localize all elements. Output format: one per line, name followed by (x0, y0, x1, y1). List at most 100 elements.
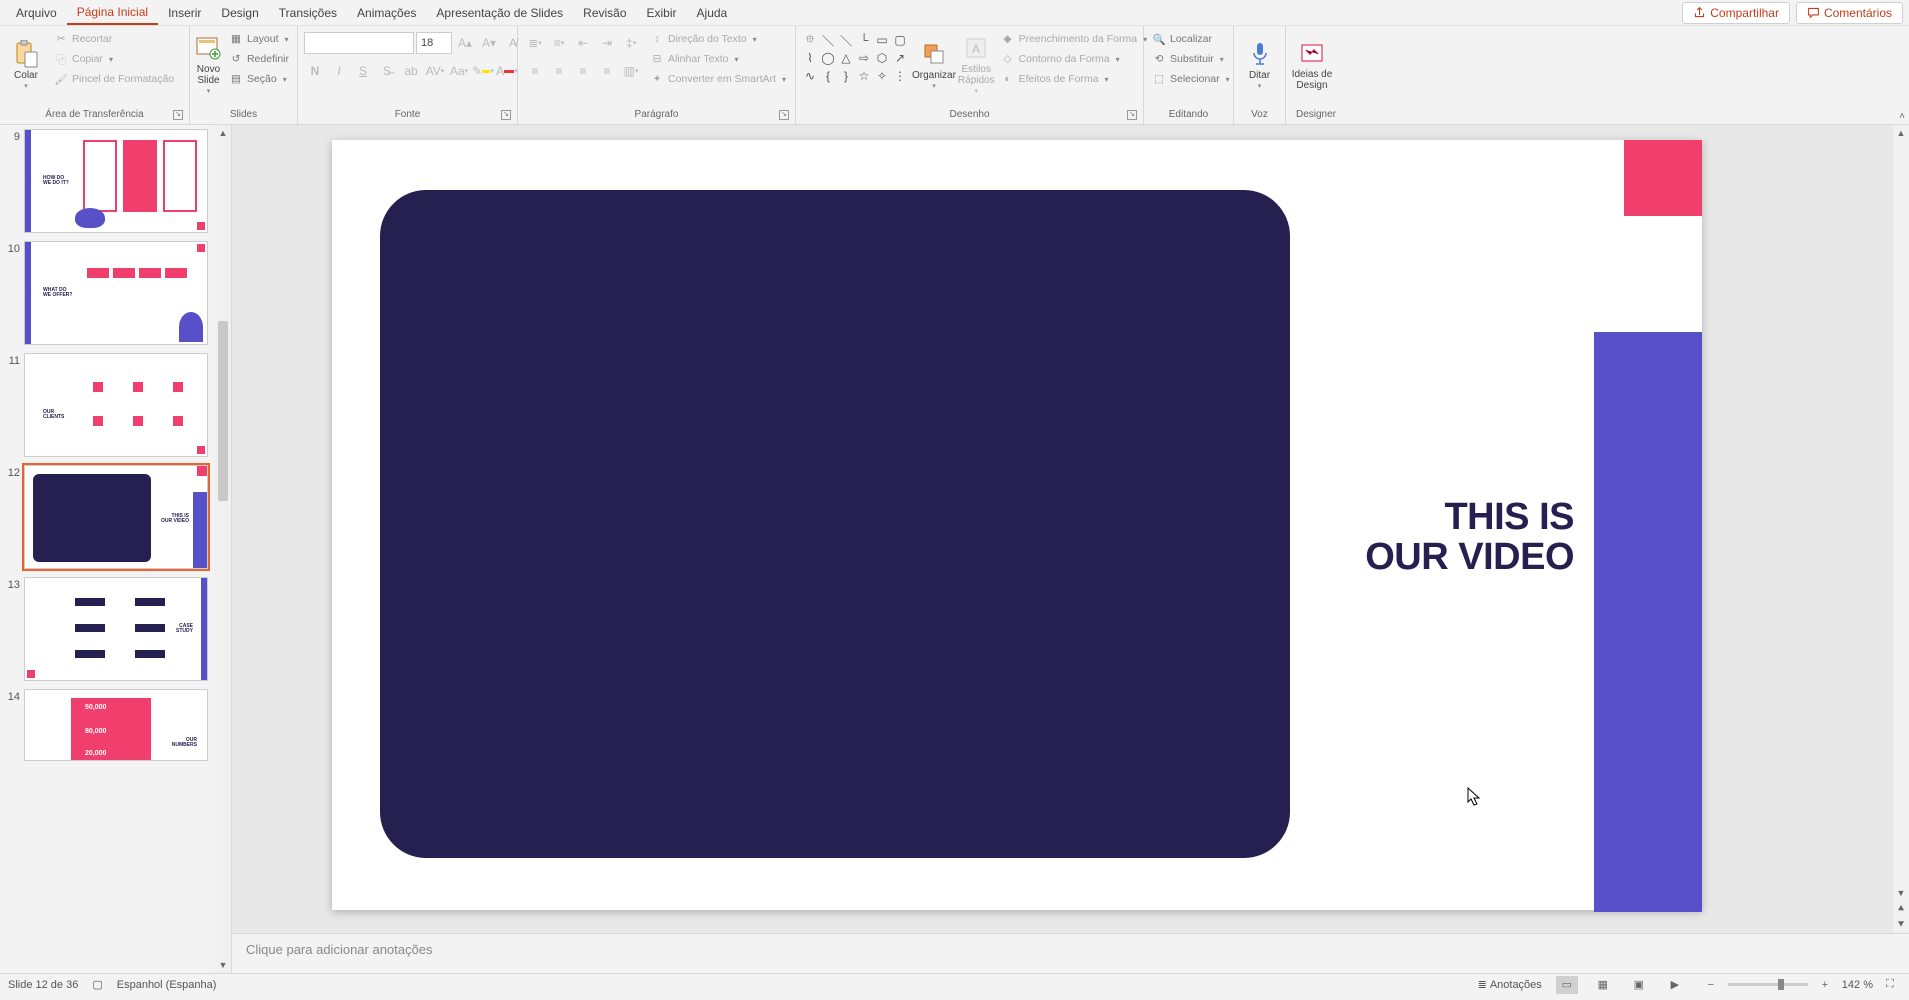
shape-outline-button[interactable]: ◇Contorno da Forma▾ (997, 50, 1152, 68)
increase-font-button[interactable]: A▴ (454, 32, 476, 54)
shape-connector-icon[interactable]: └ (856, 32, 872, 48)
shape-triangle-icon[interactable]: △ (838, 50, 854, 66)
drawing-dialog-launcher[interactable]: ↘ (1127, 110, 1137, 120)
shape-arrow-icon[interactable]: ↗ (892, 50, 908, 66)
current-slide[interactable]: THIS IS OUR VIDEO (332, 140, 1702, 910)
reset-button[interactable]: ↺Redefinir (225, 50, 293, 68)
shape-freeform-icon[interactable]: ⌇ (802, 50, 818, 66)
editor-scroll-down[interactable]: ▼ (1893, 885, 1909, 901)
tab-apresentacao[interactable]: Apresentação de Slides (426, 2, 573, 24)
quick-styles-button[interactable]: A Estilos Rápidos▾ (958, 30, 995, 100)
tab-ajuda[interactable]: Ajuda (687, 2, 738, 24)
zoom-level[interactable]: 142 % (1842, 979, 1873, 991)
slide-counter[interactable]: Slide 12 de 36 (8, 979, 78, 991)
arrange-button[interactable]: Organizar▾ (912, 30, 956, 100)
video-placeholder[interactable] (380, 190, 1290, 858)
normal-view-button[interactable]: ▭ (1556, 976, 1578, 994)
comments-button[interactable]: Comentários (1796, 2, 1903, 24)
clipboard-dialog-launcher[interactable]: ↘ (173, 110, 183, 120)
dictate-button[interactable]: Ditar▾ (1238, 30, 1281, 100)
slideshow-view-button[interactable]: ▶ (1664, 976, 1686, 994)
shape-line-icon[interactable]: ＼ (820, 32, 836, 48)
shape-hexagon-icon[interactable]: ⬡ (874, 50, 890, 66)
columns-button[interactable]: ▥▾ (620, 60, 642, 82)
shape-oval-icon[interactable]: ◯ (820, 50, 836, 66)
shape-curve-icon[interactable]: ∿ (802, 68, 818, 84)
scroll-down-button[interactable]: ▼ (215, 957, 231, 973)
paragraph-dialog-launcher[interactable]: ↘ (779, 110, 789, 120)
shapes-gallery[interactable]: ⯐＼＼└▭▢ ⌇◯△⇨⬡↗ ∿{}☆✧⋮ (800, 30, 910, 86)
tab-exibir[interactable]: Exibir (637, 2, 687, 24)
zoom-out-button[interactable]: − (1700, 976, 1722, 994)
text-direction-button[interactable]: ↕Direção do Texto▾ (646, 30, 790, 48)
numbering-button[interactable]: ≡▾ (548, 32, 570, 54)
font-name-input[interactable] (304, 32, 414, 54)
tab-arquivo[interactable]: Arquivo (6, 2, 67, 24)
editor-scroll-up[interactable]: ▲ (1893, 125, 1909, 141)
scrollbar-thumb[interactable] (218, 321, 228, 501)
layout-button[interactable]: ▦Layout▾ (225, 30, 293, 48)
editor-scrollbar[interactable]: ▲ ▼ ⯅ ⯆ (1893, 125, 1909, 933)
tab-transicoes[interactable]: Transições (269, 2, 347, 24)
collapse-ribbon-button[interactable]: ˄ (1899, 111, 1905, 122)
pink-accent-square[interactable] (1624, 140, 1702, 216)
reading-view-button[interactable]: ▣ (1628, 976, 1650, 994)
shape-lbrace-icon[interactable]: { (820, 68, 836, 84)
zoom-in-button[interactable]: + (1814, 976, 1836, 994)
thumbnail-slide-12[interactable]: 12 THIS ISOUR VIDEO (0, 461, 215, 573)
thumbnail-slide-10[interactable]: 10 WHAT DOWE OFFER? (0, 237, 215, 349)
notes-pane[interactable]: Clique para adicionar anotações (232, 933, 1909, 973)
copy-button[interactable]: ⿻Copiar▾ (50, 50, 178, 68)
font-dialog-launcher[interactable]: ↘ (501, 110, 511, 120)
fit-to-window-button[interactable]: ⛶ (1879, 976, 1901, 994)
section-button[interactable]: ▤Seção▾ (225, 70, 293, 88)
cut-button[interactable]: ✂Recortar (50, 30, 178, 48)
decrease-font-button[interactable]: A▾ (478, 32, 500, 54)
next-slide-nav-button[interactable]: ⯆ (1893, 917, 1909, 933)
increase-indent-button[interactable]: ⇥ (596, 32, 618, 54)
underline-button[interactable]: S (352, 60, 374, 82)
shapes-more-button[interactable]: ⋮ (892, 68, 908, 84)
shape-effects-button[interactable]: ◐Efeitos de Forma▾ (997, 70, 1152, 88)
new-slide-button[interactable]: Novo Slide ▾ (194, 30, 223, 100)
font-size-input[interactable] (416, 32, 452, 54)
shape-fill-button[interactable]: ◆Preenchimento da Forma▾ (997, 30, 1152, 48)
align-right-button[interactable]: ≡ (572, 60, 594, 82)
tab-pagina-inicial[interactable]: Página Inicial (67, 1, 158, 25)
purple-accent-column[interactable] (1594, 332, 1702, 912)
replace-button[interactable]: ⟲Substituir▾ (1148, 50, 1234, 68)
scroll-up-button[interactable]: ▲ (215, 125, 231, 141)
zoom-slider[interactable] (1728, 983, 1808, 986)
font-color-button[interactable]: A▾ (496, 60, 518, 82)
align-left-button[interactable]: ≡ (524, 60, 546, 82)
share-button[interactable]: Compartilhar (1682, 2, 1790, 24)
bold-button[interactable]: N (304, 60, 326, 82)
slide-canvas-area[interactable]: THIS IS OUR VIDEO (232, 125, 1909, 933)
select-button[interactable]: ⬚Selecionar▾ (1148, 70, 1234, 88)
justify-button[interactable]: ≡ (596, 60, 618, 82)
shape-star-icon[interactable]: ☆ (856, 68, 872, 84)
language-indicator[interactable]: Espanhol (Espanha) (117, 979, 217, 991)
highlight-button[interactable]: ✎▾ (472, 60, 494, 82)
thumbnails-scrollbar[interactable]: ▲ ▼ (215, 125, 231, 973)
slide-thumbnails-pane[interactable]: 9 HOW DOWE DO IT? 10 WHAT DOWE OFFER? (0, 125, 232, 973)
shadow-button[interactable]: ab (400, 60, 422, 82)
align-center-button[interactable]: ≡ (548, 60, 570, 82)
align-text-button[interactable]: ⊟Alinhar Texto▾ (646, 50, 790, 68)
strikethrough-button[interactable]: S̶ (376, 60, 398, 82)
tab-animacoes[interactable]: Animações (347, 2, 426, 24)
decrease-indent-button[interactable]: ⇤ (572, 32, 594, 54)
line-spacing-button[interactable]: ‡▾ (620, 32, 642, 54)
shape-textbox-icon[interactable]: ⯐ (802, 32, 818, 48)
thumbnail-slide-13[interactable]: 13 CASESTUDY (0, 573, 215, 685)
tab-revisao[interactable]: Revisão (573, 2, 636, 24)
find-button[interactable]: 🔍Localizar (1148, 30, 1234, 48)
zoom-slider-thumb[interactable] (1778, 979, 1784, 990)
bullets-button[interactable]: ≣▾ (524, 32, 546, 54)
notes-toggle-button[interactable]: ≣Anotações (1478, 978, 1542, 991)
shape-line2-icon[interactable]: ＼ (838, 32, 854, 48)
shape-rarrow-icon[interactable]: ⇨ (856, 50, 872, 66)
slide-title[interactable]: THIS IS OUR VIDEO (1365, 498, 1574, 578)
italic-button[interactable]: I (328, 60, 350, 82)
shape-rbrace-icon[interactable]: } (838, 68, 854, 84)
